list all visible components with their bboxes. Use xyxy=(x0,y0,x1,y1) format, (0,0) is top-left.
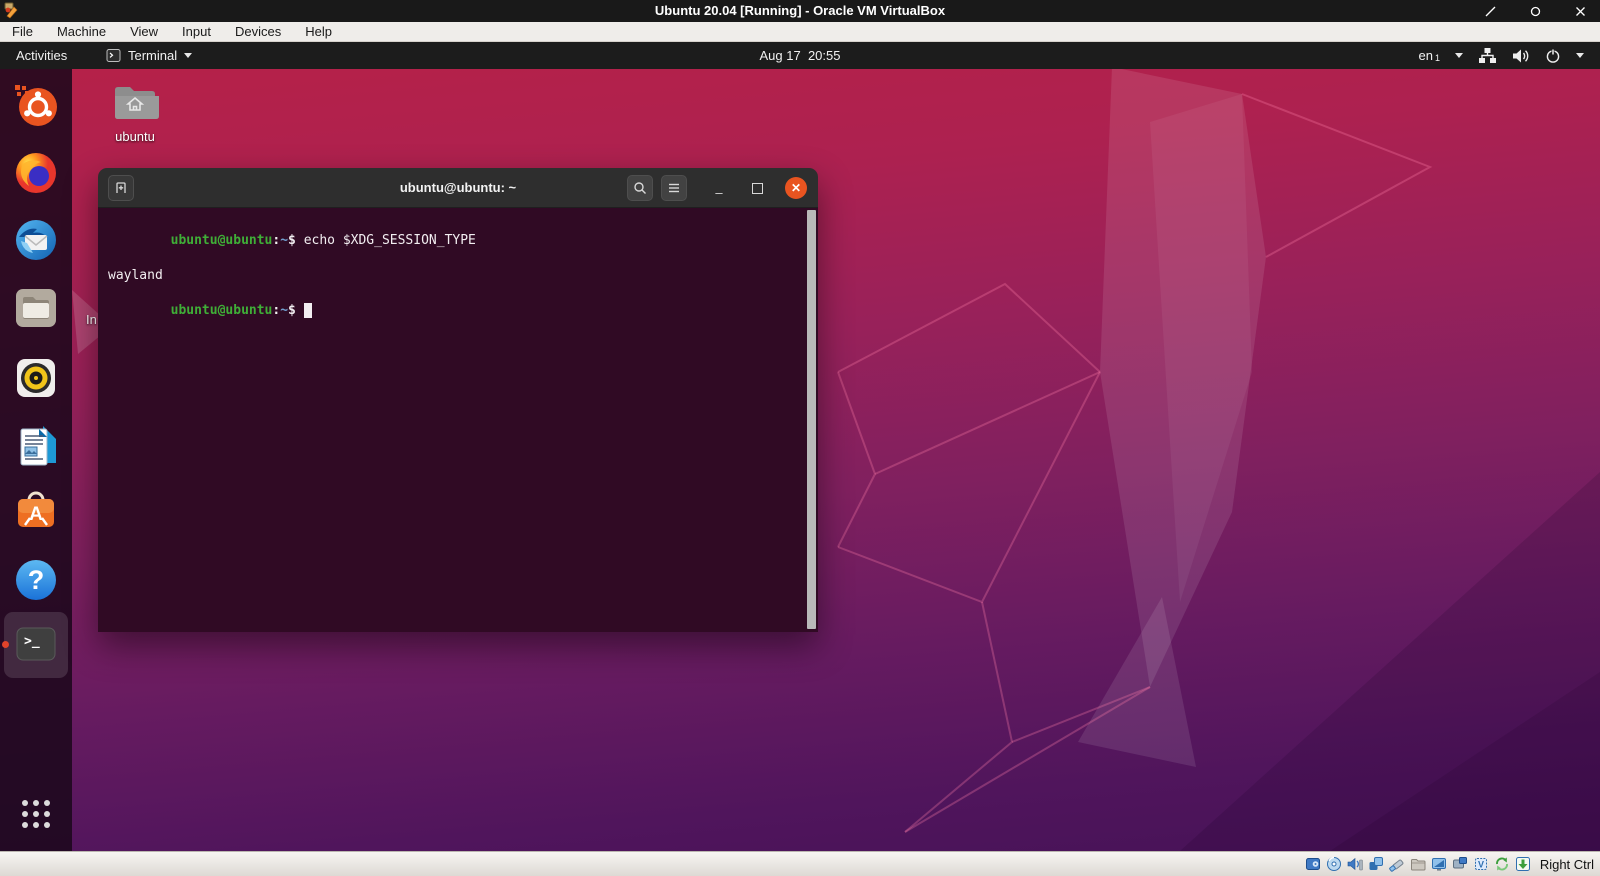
terminal-window: ubuntu@ubuntu: ~ – ✕ ubuntu@ubuntu:~$ xyxy=(98,168,818,632)
svg-text:V: V xyxy=(1478,860,1484,870)
system-status-area[interactable]: en1 xyxy=(1419,42,1584,69)
ubuntu-desktop: Activities Terminal Aug 17 20:55 en1 xyxy=(0,42,1600,851)
close-icon: ✕ xyxy=(791,182,801,194)
terminal-line: ubuntu@ubuntu:~$ xyxy=(108,284,794,337)
show-applications-button[interactable] xyxy=(22,800,50,828)
host-key-label: Right Ctrl xyxy=(1540,857,1594,872)
shared-folders-status-icon[interactable] xyxy=(1410,856,1426,872)
dock-item-libreoffice-writer[interactable] xyxy=(13,423,59,469)
command-text: echo $XDG_SESSION_TYPE xyxy=(304,233,476,248)
menu-help[interactable]: Help xyxy=(305,24,332,39)
dock-item-help[interactable]: ? xyxy=(13,557,59,603)
keyboard-capture-status-icon[interactable] xyxy=(1515,856,1531,872)
auto-resize-status-icon[interactable] xyxy=(1494,856,1510,872)
vbox-statusbar: V Right Ctrl xyxy=(0,851,1600,876)
audio-status-icon[interactable] xyxy=(1347,856,1363,872)
search-icon xyxy=(633,181,647,195)
svg-text:A: A xyxy=(29,504,43,525)
features-chip-status-icon[interactable]: V xyxy=(1473,856,1489,872)
menu-button[interactable] xyxy=(661,175,687,201)
terminal-close-button[interactable]: ✕ xyxy=(785,177,807,199)
chevron-down-icon xyxy=(1455,53,1463,58)
volume-icon xyxy=(1512,48,1530,64)
desktop-icon-home-folder[interactable]: ubuntu xyxy=(104,82,166,144)
terminal-maximize-button[interactable] xyxy=(746,175,768,201)
dock-item-rhythmbox[interactable] xyxy=(13,355,59,401)
terminal-scrollbar[interactable] xyxy=(807,210,816,629)
dock-item-thunderbird[interactable] xyxy=(13,217,59,263)
terminal-output: wayland xyxy=(108,267,794,285)
wired-network-icon xyxy=(1478,47,1497,64)
terminal-cursor xyxy=(304,303,312,318)
desktop-icon-label: ubuntu xyxy=(104,129,166,144)
dock-item-terminal[interactable]: >_ xyxy=(13,621,59,667)
vbox-titlebar: Ubuntu 20.04 [Running] - Oracle VM Virtu… xyxy=(0,0,1600,22)
chevron-down-icon xyxy=(1576,53,1584,58)
search-button[interactable] xyxy=(627,175,653,201)
terminal-line: ubuntu@ubuntu:~$ echo $XDG_SESSION_TYPE xyxy=(108,214,794,267)
menu-view[interactable]: View xyxy=(130,24,158,39)
menu-machine[interactable]: Machine xyxy=(57,24,106,39)
keyboard-layout-indicator[interactable]: en1 xyxy=(1419,48,1440,63)
svg-text:>_: >_ xyxy=(24,634,40,649)
clock[interactable]: Aug 17 20:55 xyxy=(0,42,1600,69)
maximize-window-button[interactable] xyxy=(1530,6,1541,17)
display-status-icon[interactable] xyxy=(1431,856,1447,872)
vbox-menubar: File Machine View Input Devices Help xyxy=(0,22,1600,42)
terminal-content[interactable]: ubuntu@ubuntu:~$ echo $XDG_SESSION_TYPE … xyxy=(98,208,818,632)
recording-status-icon[interactable] xyxy=(1452,856,1468,872)
dock-item-files[interactable] xyxy=(13,285,59,331)
dock-item-ubuntu-software[interactable]: A xyxy=(13,488,59,534)
hard-disk-status-icon[interactable] xyxy=(1305,856,1321,872)
minimize-window-button[interactable] xyxy=(1485,6,1496,17)
menu-file[interactable]: File xyxy=(12,24,33,39)
power-icon xyxy=(1545,48,1561,64)
dock-item-firefox[interactable] xyxy=(13,150,59,196)
hamburger-icon xyxy=(668,182,680,194)
svg-text:?: ? xyxy=(28,565,45,595)
gnome-top-bar: Activities Terminal Aug 17 20:55 en1 xyxy=(0,42,1600,69)
window-title: Ubuntu 20.04 [Running] - Oracle VM Virtu… xyxy=(0,0,1600,22)
network-status-icon[interactable] xyxy=(1368,856,1384,872)
dock-item-ubuntu-logo[interactable] xyxy=(13,83,59,129)
menu-devices[interactable]: Devices xyxy=(235,24,281,39)
desktop-icon-label-partial: In xyxy=(86,312,97,327)
virtualbox-window: { "vbox": { "title": "Ubuntu 20.04 [Runn… xyxy=(0,0,1600,876)
running-indicator-dot xyxy=(2,641,9,648)
optical-disc-status-icon[interactable] xyxy=(1326,856,1342,872)
usb-status-icon[interactable] xyxy=(1389,856,1405,872)
close-window-button[interactable] xyxy=(1575,6,1586,17)
dock: A ? >_ xyxy=(0,69,72,851)
terminal-titlebar[interactable]: ubuntu@ubuntu: ~ – ✕ xyxy=(98,168,818,208)
home-folder-icon xyxy=(111,82,159,122)
terminal-minimize-button[interactable]: – xyxy=(708,175,730,201)
menu-input[interactable]: Input xyxy=(182,24,211,39)
